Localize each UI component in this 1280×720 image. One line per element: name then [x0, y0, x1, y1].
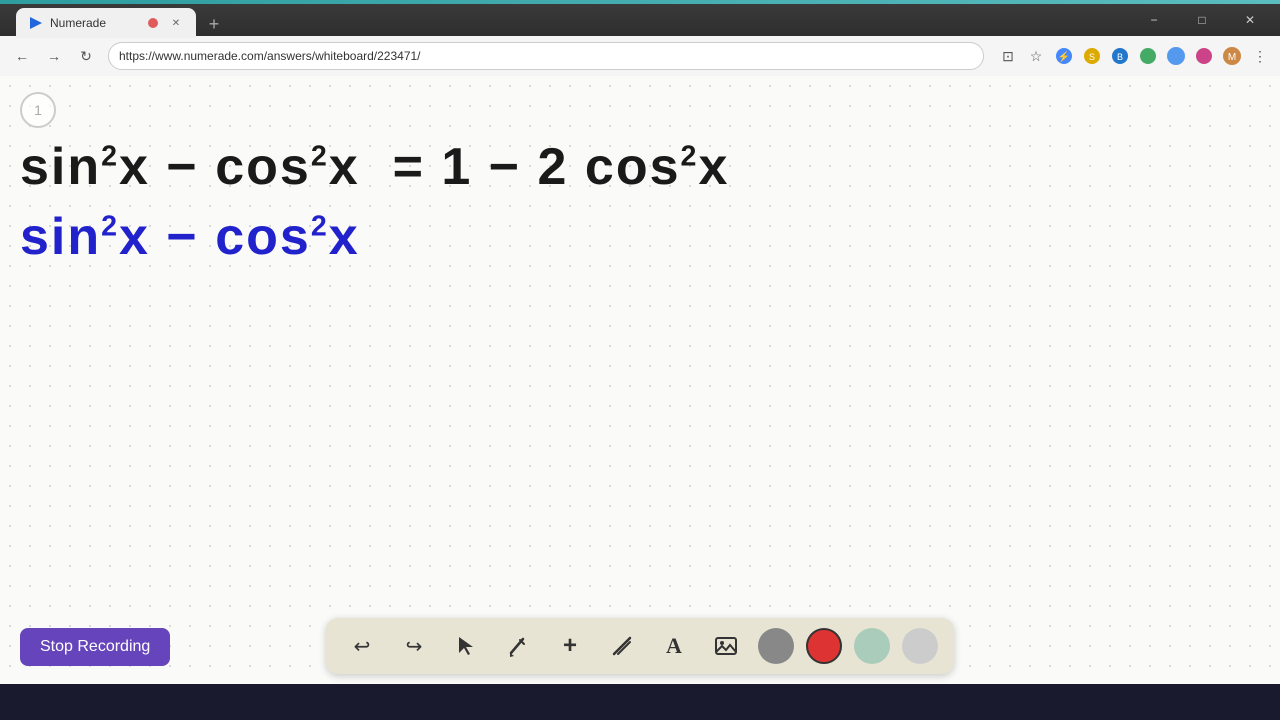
image-tool-button[interactable]: [706, 626, 746, 666]
eraser-icon: [611, 635, 633, 657]
svg-text:⚡: ⚡: [1058, 50, 1070, 63]
browser-toolbar-icons: ⊡ ☆ ⚡ S B M ⋮: [996, 44, 1272, 68]
svg-text:M: M: [1228, 52, 1236, 63]
redo-button[interactable]: ↪: [394, 626, 434, 666]
extension3-icon[interactable]: B: [1108, 44, 1132, 68]
cast-icon[interactable]: ⊡: [996, 44, 1020, 68]
pen-icon: [507, 635, 529, 657]
title-bar: Numerade ✕ + − □ ✕: [0, 4, 1280, 36]
active-tab[interactable]: Numerade ✕: [16, 8, 196, 38]
profile-icon[interactable]: M: [1220, 44, 1244, 68]
page-number: 1: [20, 92, 56, 128]
color-red[interactable]: [806, 628, 842, 664]
math-content: sin2x − cos2x = 1 − 2 cos2x sin2x − cos2…: [20, 136, 1260, 269]
cursor-icon: [455, 635, 477, 657]
window-controls: − □ ✕: [1132, 4, 1272, 36]
tab-favicon: [28, 15, 44, 31]
tab-record-dot: [148, 18, 158, 28]
extension6-icon[interactable]: [1192, 44, 1216, 68]
reload-button[interactable]: ↻: [72, 42, 100, 70]
tab-title: Numerade: [50, 16, 148, 30]
add-element-button[interactable]: +: [550, 626, 590, 666]
text-tool-button[interactable]: A: [654, 626, 694, 666]
bookmark-icon[interactable]: ☆: [1024, 44, 1048, 68]
svg-text:S: S: [1089, 52, 1095, 62]
stop-recording-button[interactable]: Stop Recording: [20, 628, 170, 666]
extension1-icon[interactable]: ⚡: [1052, 44, 1076, 68]
browser-chrome: Numerade ✕ + − □ ✕ ← → ↻ https://www.num…: [0, 0, 1280, 76]
address-text: https://www.numerade.com/answers/whitebo…: [119, 49, 973, 63]
image-icon: [714, 634, 738, 658]
close-button[interactable]: ✕: [1228, 4, 1272, 36]
extension5-icon[interactable]: [1164, 44, 1188, 68]
address-bar[interactable]: https://www.numerade.com/answers/whitebo…: [108, 42, 984, 70]
color-light-gray[interactable]: [902, 628, 938, 664]
new-tab-button[interactable]: +: [200, 10, 228, 38]
drawing-toolbar: ↩ ↪ + A: [326, 618, 954, 674]
tab-close-button[interactable]: ✕: [168, 15, 184, 31]
eraser-tool-button[interactable]: [602, 626, 642, 666]
extension4-icon[interactable]: [1136, 44, 1160, 68]
select-tool-button[interactable]: [446, 626, 486, 666]
undo-button[interactable]: ↩: [342, 626, 382, 666]
forward-button[interactable]: →: [40, 42, 68, 70]
pen-tool-button[interactable]: [498, 626, 538, 666]
math-equation-line1: sin2x − cos2x = 1 − 2 cos2x: [20, 136, 1260, 198]
whiteboard: 1 sin2x − cos2x = 1 − 2 cos2x sin2x − co…: [0, 76, 1280, 684]
color-dark-gray[interactable]: [758, 628, 794, 664]
maximize-button[interactable]: □: [1180, 4, 1224, 36]
menu-icon[interactable]: ⋮: [1248, 44, 1272, 68]
svg-text:B: B: [1117, 52, 1123, 62]
extension2-icon[interactable]: S: [1080, 44, 1104, 68]
minimize-button[interactable]: −: [1132, 4, 1176, 36]
nav-bar: ← → ↻ https://www.numerade.com/answers/w…: [0, 36, 1280, 76]
color-light-green[interactable]: [854, 628, 890, 664]
math-equation-line2: sin2x − cos2x: [20, 206, 1260, 268]
back-button[interactable]: ←: [8, 42, 36, 70]
